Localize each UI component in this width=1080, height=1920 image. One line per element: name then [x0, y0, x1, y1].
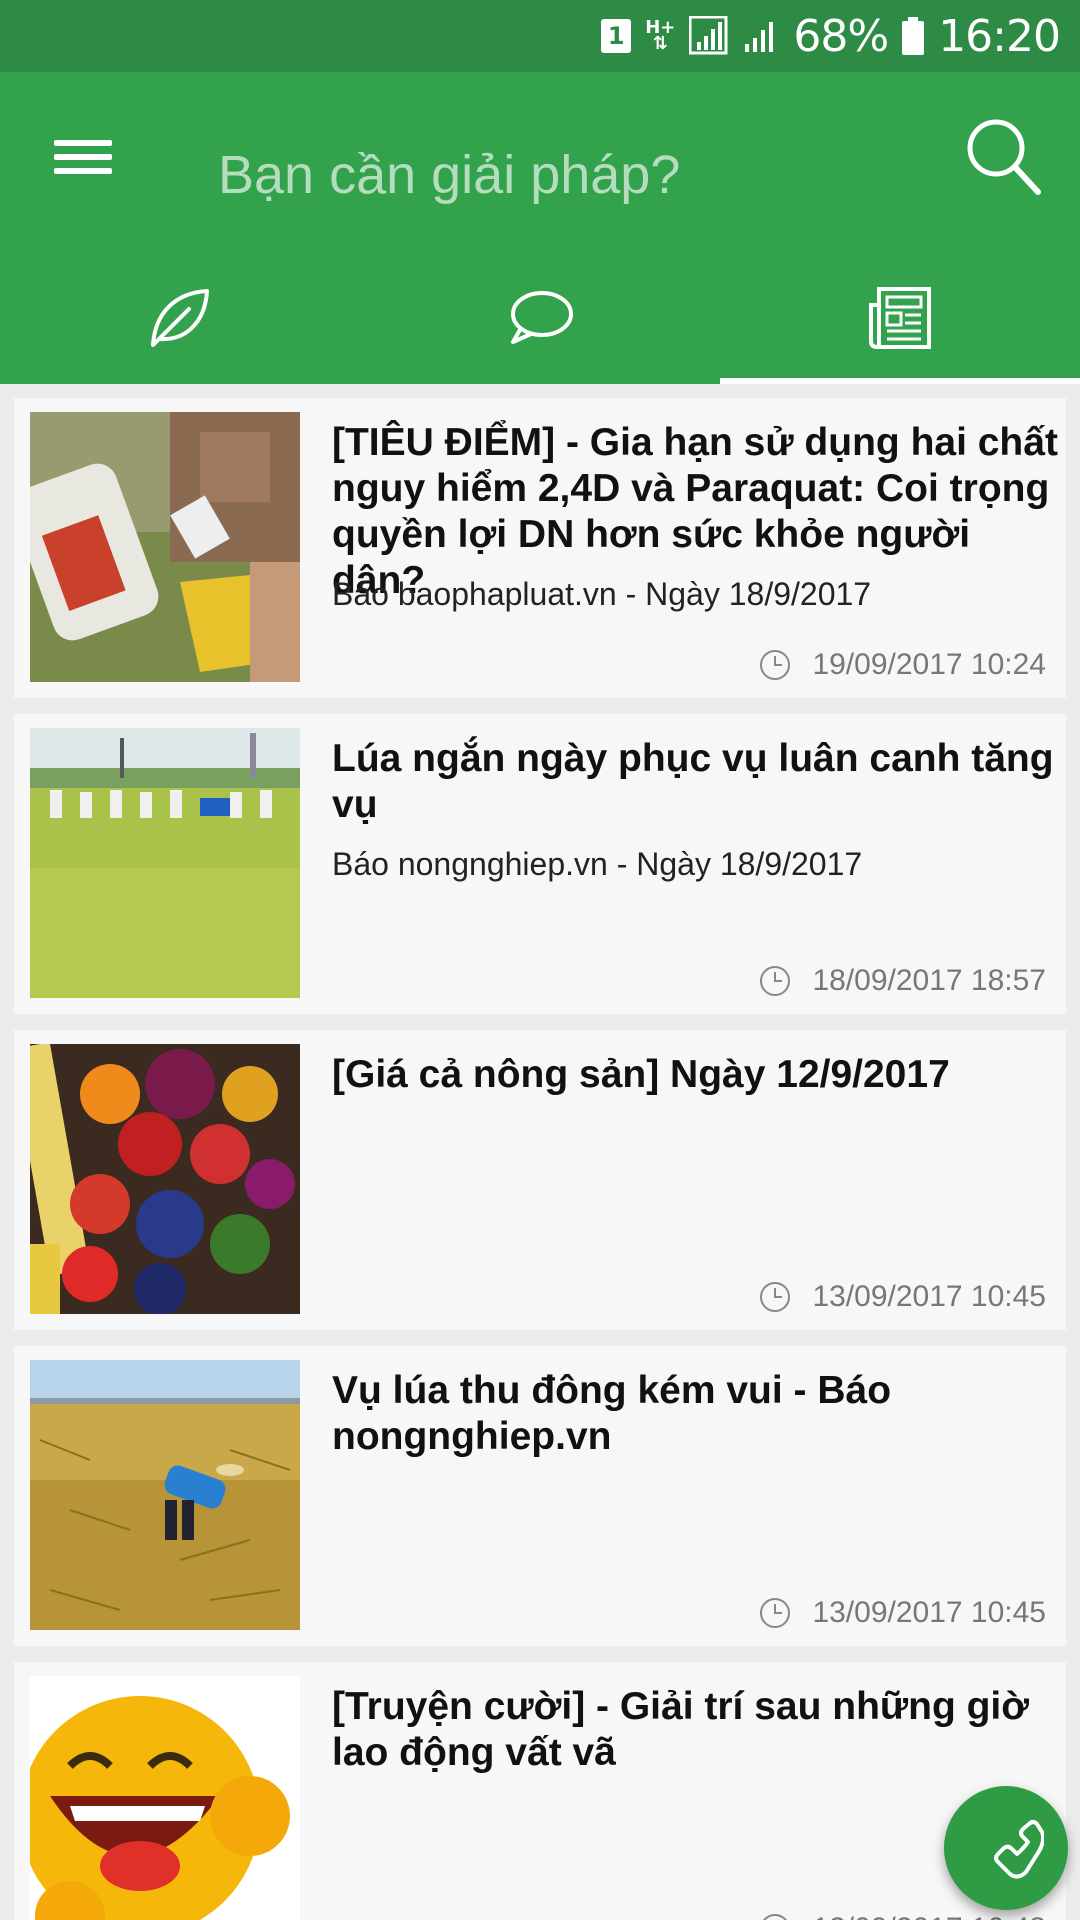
battery-icon [902, 17, 925, 55]
article-title: Vụ lúa thu đông kém vui - Báo nongnghiep… [332, 1369, 892, 1458]
article-timestamp: 13/09/2017 10:45 [760, 1280, 1046, 1314]
article-card[interactable]: Lúa ngắn ngày phục vụ luân canh tăng vụ … [14, 714, 1066, 1014]
leaf-icon [151, 289, 209, 347]
pesticide-bottle-photo [30, 412, 300, 682]
article-time-text: 13/09/2017 10:45 [812, 1596, 1046, 1629]
fruits-vegetables-photo [30, 1044, 300, 1314]
article-time-text: 13/09/2017 10:48 [812, 1912, 1046, 1920]
article-title: [Truyện cười] - Giải trí sau những giờ l… [332, 1685, 1029, 1774]
status-time: 16:20 [938, 10, 1061, 62]
laughing-emoji-image [30, 1676, 300, 1920]
tab-news[interactable] [720, 252, 1080, 384]
clock-icon [760, 1914, 791, 1920]
article-card[interactable]: [Truyện cười] - Giải trí sau những giờ l… [14, 1662, 1066, 1920]
article-source: Báo baophapluat.vn - Ngày 18/9/2017 [332, 576, 872, 612]
farmer-rice-field-photo [30, 1360, 300, 1630]
article-timestamp: 19/09/2017 10:24 [760, 648, 1046, 682]
newspaper-icon [869, 287, 931, 349]
clock-icon [760, 966, 791, 996]
phone-icon [994, 1820, 1044, 1879]
signal-strength-icon-2 [745, 22, 774, 52]
article-timestamp: 13/09/2017 10:45 [760, 1596, 1046, 1630]
battery-percentage: 68% [793, 10, 889, 62]
article-card[interactable]: Vụ lúa thu đông kém vui - Báo nongnghiep… [14, 1346, 1066, 1646]
clock-icon [760, 1282, 791, 1312]
chat-bubble-icon [511, 291, 573, 344]
article-timestamp: 13/09/2017 10:48 [760, 1912, 1046, 1920]
clock-icon [760, 1598, 791, 1628]
article-title: Lúa ngắn ngày phục vụ luân canh tăng vụ [332, 737, 1054, 826]
article-source: Báo nongnghiep.vn - Ngày 18/9/2017 [332, 846, 863, 882]
article-list: [TIÊU ĐIỂM] - Gia hạn sử dụng hai chất n… [0, 384, 1080, 1920]
clock-icon [760, 650, 791, 680]
search-icon[interactable] [960, 112, 1050, 212]
signal-strength-icon [689, 16, 728, 55]
article-title: [Giá cả nông sản] Ngày 12/9/2017 [332, 1053, 950, 1096]
article-card[interactable]: [TIÊU ĐIỂM] - Gia hạn sử dụng hai chất n… [14, 398, 1066, 698]
article-time-text: 19/09/2017 10:24 [812, 648, 1046, 681]
hamburger-menu-icon[interactable] [48, 132, 118, 202]
rice-field-group-photo [30, 728, 300, 998]
article-card[interactable]: [Giá cả nông sản] Ngày 12/9/2017 13/09/2… [14, 1030, 1066, 1330]
article-timestamp: 18/09/2017 18:57 [760, 964, 1046, 998]
article-time-text: 13/09/2017 10:45 [812, 1280, 1046, 1313]
sim-slot-icon: 1 [601, 19, 632, 53]
network-type-indicator: H+ ⇅ [645, 17, 676, 54]
search-input[interactable] [216, 124, 920, 226]
status-bar: 1 H+ ⇅ 68% 16:20 [0, 0, 1080, 72]
tab-chat[interactable] [360, 252, 720, 384]
call-button[interactable] [944, 1786, 1068, 1910]
tab-solutions[interactable] [0, 252, 360, 384]
tab-bar [0, 252, 1080, 384]
article-time-text: 18/09/2017 18:57 [812, 964, 1046, 997]
app-bar [0, 72, 1080, 384]
